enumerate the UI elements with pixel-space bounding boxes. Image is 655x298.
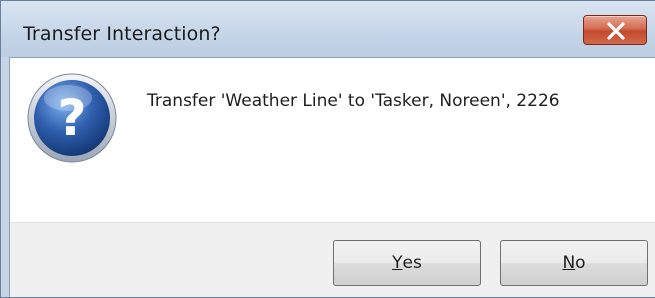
dialog-client-area: ? Transfer 'Weather Line' to 'Tasker, No… bbox=[9, 57, 655, 297]
dialog-content: ? Transfer 'Weather Line' to 'Tasker, No… bbox=[10, 58, 655, 222]
close-icon bbox=[607, 22, 625, 40]
no-button-mnemonic: N bbox=[562, 253, 576, 273]
close-button[interactable] bbox=[583, 15, 647, 45]
window-title: Transfer Interaction? bbox=[23, 23, 221, 45]
svg-text:?: ? bbox=[57, 89, 86, 147]
yes-button-mnemonic: Y bbox=[392, 253, 403, 273]
title-bar[interactable]: Transfer Interaction? bbox=[1, 1, 655, 57]
yes-button[interactable]: Yes bbox=[333, 240, 481, 286]
dialog-button-bar: Yes No bbox=[10, 222, 655, 297]
dialog-message: Transfer 'Weather Line' to 'Tasker, Nore… bbox=[147, 91, 560, 111]
no-button[interactable]: No bbox=[500, 240, 648, 286]
transfer-dialog: Transfer Interaction? ? Transfer 'Weathe… bbox=[0, 0, 655, 298]
no-button-label: o bbox=[575, 253, 586, 273]
yes-button-label: es bbox=[402, 253, 422, 273]
question-icon: ? bbox=[27, 73, 117, 163]
